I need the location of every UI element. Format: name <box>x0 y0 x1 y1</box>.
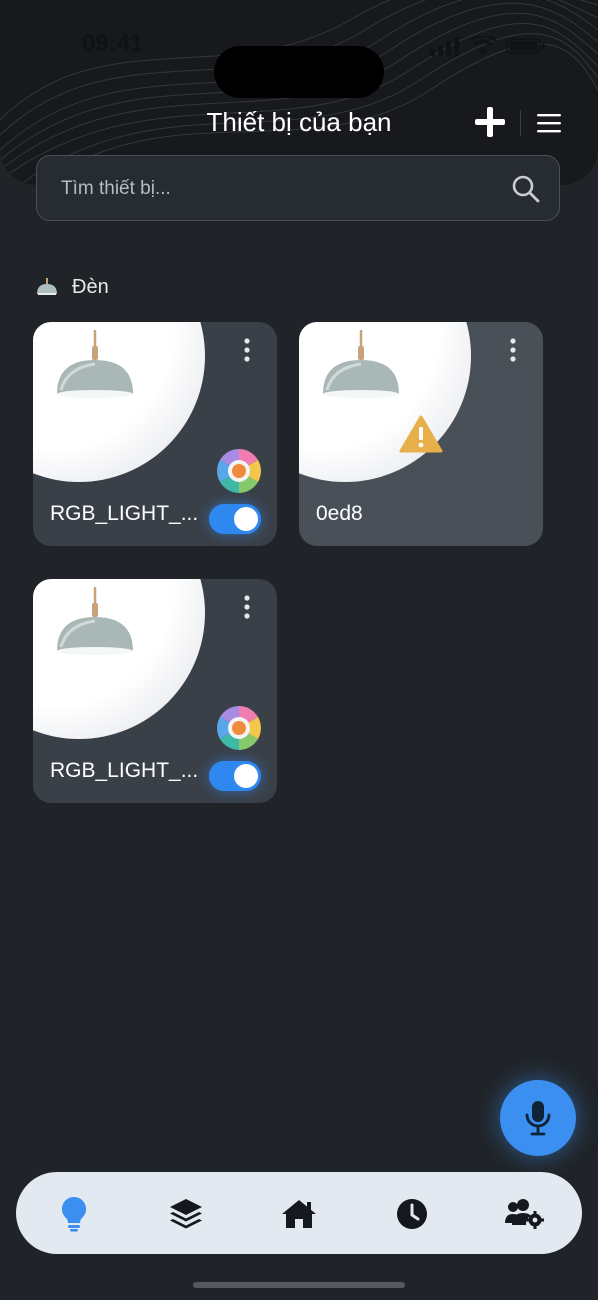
tab-members[interactable] <box>502 1192 546 1236</box>
tab-devices[interactable] <box>52 1192 96 1236</box>
search-input[interactable] <box>59 156 503 222</box>
tab-home[interactable] <box>277 1192 321 1236</box>
device-card[interactable]: 0ed8 <box>299 322 543 546</box>
power-toggle[interactable] <box>209 761 261 791</box>
pendant-lamp-image <box>323 330 399 398</box>
search-icon[interactable] <box>511 174 541 204</box>
section-header-lights: Đèn <box>36 276 109 299</box>
header-divider <box>520 110 521 136</box>
wifi-icon <box>470 36 496 55</box>
home-indicator <box>193 1282 405 1288</box>
warning-icon <box>399 415 443 453</box>
lamp-icon <box>37 277 57 295</box>
dynamic-island <box>214 46 384 98</box>
device-card[interactable]: RGB_LIGHT_... <box>33 322 277 546</box>
hamburger-menu-icon[interactable] <box>536 110 562 136</box>
pendant-lamp-image <box>57 330 133 398</box>
voice-assistant-button[interactable] <box>500 1080 576 1156</box>
more-options-icon[interactable] <box>237 336 257 366</box>
more-options-icon[interactable] <box>503 336 523 366</box>
color-wheel-icon[interactable] <box>217 449 261 493</box>
section-title: Đèn <box>72 276 109 298</box>
pendant-lamp-image <box>57 587 133 655</box>
layers-icon <box>170 1199 202 1229</box>
home-icon <box>282 1200 316 1228</box>
tab-schedule[interactable] <box>390 1192 434 1236</box>
more-options-icon[interactable] <box>237 593 257 623</box>
search-bar <box>36 155 560 222</box>
device-name: 0ed8 <box>316 502 363 525</box>
signal-icon <box>430 37 459 56</box>
lightbulb-icon <box>61 1196 87 1232</box>
battery-icon <box>506 38 545 54</box>
clock-icon <box>397 1199 427 1229</box>
device-name: RGB_LIGHT_... <box>50 502 199 525</box>
status-time: 09:41 <box>82 30 144 57</box>
device-card[interactable]: RGB_LIGHT_... <box>33 579 277 803</box>
color-wheel-icon[interactable] <box>217 706 261 750</box>
power-toggle[interactable] <box>209 504 261 534</box>
microphone-icon <box>525 1101 551 1136</box>
page-title: Thiết bị của bạn <box>206 107 392 137</box>
users-settings-icon <box>505 1199 544 1229</box>
device-name: RGB_LIGHT_... <box>50 759 199 782</box>
bottom-tab-bar <box>16 1172 582 1254</box>
tab-scenes[interactable] <box>164 1192 208 1236</box>
plus-icon[interactable] <box>472 104 508 140</box>
status-bar: 09:41 <box>0 28 598 98</box>
